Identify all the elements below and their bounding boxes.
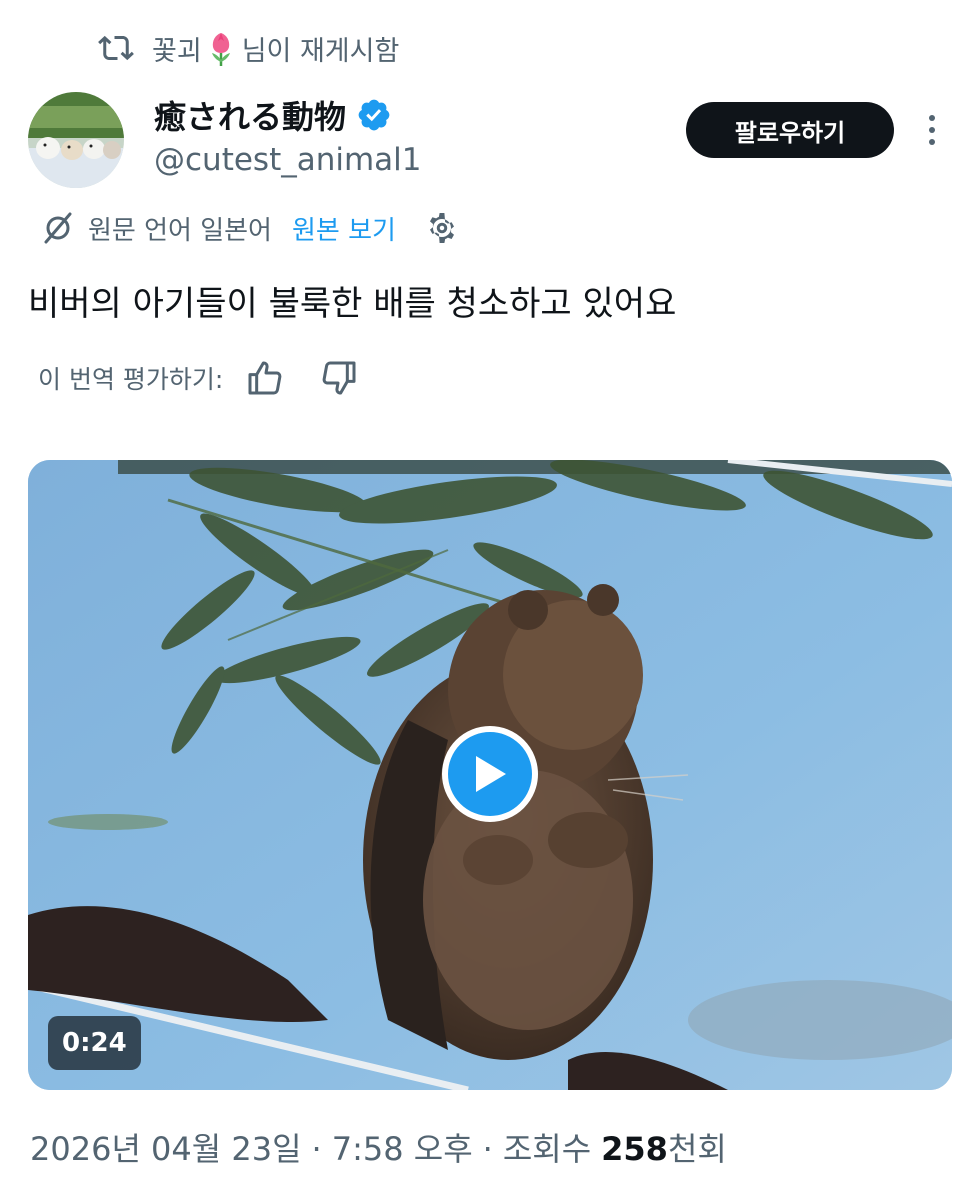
repost-suffix: 님이 재게시함	[241, 35, 400, 67]
repost-context[interactable]: 꽃괴 님이 재게시함	[98, 26, 399, 70]
show-original-link[interactable]: 원본 보기	[292, 210, 396, 247]
author-display-name[interactable]: 癒される動物	[154, 92, 346, 138]
views-count[interactable]: 258	[601, 1130, 668, 1168]
tweet-meta: 2026년 04월 23일 · 7:58 오후 · 조회수 258 천회	[30, 1124, 727, 1170]
views-unit: 천회	[667, 1130, 727, 1168]
tweet-text: 비버의 아기들이 불룩한 배를 청소하고 있어요	[28, 284, 677, 324]
meta-separator: ·	[311, 1130, 322, 1168]
tweet-date[interactable]: 2026년 04월 23일	[30, 1124, 302, 1170]
tweet-time[interactable]: 7:58 오후	[332, 1124, 473, 1170]
play-button[interactable]	[442, 726, 538, 822]
repost-icon	[98, 35, 134, 61]
translation-bar: 원문 언어 일본어 원본 보기	[40, 206, 460, 250]
verified-badge-icon	[358, 99, 390, 131]
gear-icon[interactable]	[424, 210, 460, 246]
more-vertical-icon[interactable]	[920, 110, 944, 150]
rate-translation: 이 번역 평가하기:	[38, 356, 359, 400]
rate-translation-label: 이 번역 평가하기:	[38, 365, 224, 394]
original-language-text: 원문 언어 일본어	[88, 215, 272, 246]
repost-user-name[interactable]: 꽃괴	[152, 29, 202, 68]
avatar[interactable]	[28, 92, 124, 188]
video-duration: 0:24	[48, 1016, 141, 1070]
thumbs-down-icon[interactable]	[319, 358, 359, 398]
thumbs-up-icon[interactable]	[245, 358, 285, 398]
play-icon	[476, 756, 506, 792]
tweet-page: 꽃괴 님이 재게시함 癒される動物 @cutest_animal1 팔로우하기 …	[0, 0, 980, 1200]
follow-button[interactable]: 팔로우하기	[686, 102, 894, 158]
meta-separator: ·	[482, 1130, 493, 1168]
translate-icon	[44, 212, 72, 244]
tulip-emoji	[211, 33, 230, 66]
author-handle[interactable]: @cutest_animal1	[154, 142, 422, 178]
views-label: 조회수	[502, 1130, 592, 1168]
video-player[interactable]: 0:24	[28, 460, 952, 1090]
author-name-row[interactable]: 癒される動物	[154, 92, 392, 138]
